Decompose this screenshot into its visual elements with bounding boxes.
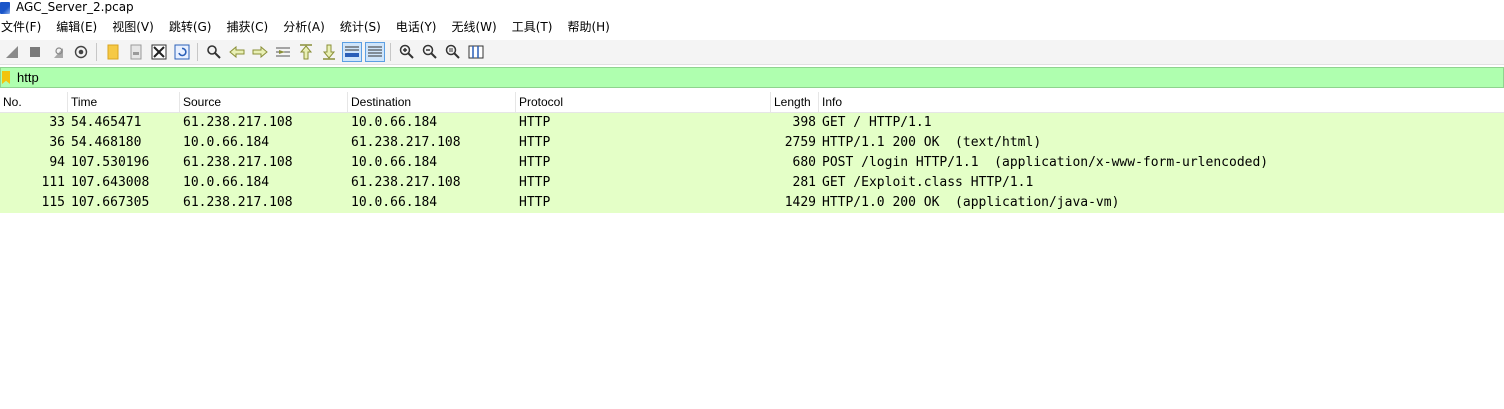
toolbar-separator	[96, 43, 97, 61]
packet-no: 33	[49, 115, 65, 130]
packet-row[interactable]: 36 54.468180 10.0.66.184 61.238.217.108 …	[0, 133, 1504, 153]
packet-info: POST /login HTTP/1.1 (application/x-www-…	[822, 155, 1269, 170]
packet-source: 61.238.217.108	[183, 115, 293, 130]
packet-destination: 61.238.217.108	[351, 135, 461, 150]
menu-telephony[interactable]: 电话(Y)	[395, 16, 445, 38]
packet-length: 680	[792, 155, 816, 170]
packet-protocol: HTTP	[519, 155, 551, 170]
close-file-icon[interactable]	[149, 42, 169, 62]
column-header-protocol[interactable]: Protocol	[516, 92, 771, 112]
packet-destination: 10.0.66.184	[351, 115, 438, 130]
packet-protocol: HTTP	[519, 135, 551, 150]
menu-file[interactable]: 文件(F)	[0, 16, 49, 38]
save-file-icon[interactable]	[126, 42, 146, 62]
go-back-icon[interactable]	[227, 42, 247, 62]
packet-source: 10.0.66.184	[183, 175, 270, 190]
packet-length: 1429	[784, 195, 816, 210]
packet-info: HTTP/1.0 200 OK (application/java-vm)	[822, 195, 1120, 210]
zoom-in-icon[interactable]	[397, 42, 417, 62]
menu-help[interactable]: 帮助(H)	[566, 16, 617, 38]
window-title: AGC_Server_2.pcap	[16, 0, 134, 14]
capture-options-icon[interactable]	[71, 42, 91, 62]
menu-analyze[interactable]: 分析(A)	[282, 16, 333, 38]
column-header-time[interactable]: Time	[68, 92, 180, 112]
menu-bar: 文件(F) 编辑(E) 视图(V) 跳转(G) 捕获(C) 分析(A) 统计(S…	[0, 16, 1504, 38]
resize-columns-icon[interactable]	[466, 42, 486, 62]
go-forward-icon[interactable]	[250, 42, 270, 62]
go-to-packet-icon[interactable]	[273, 42, 293, 62]
main-toolbar	[0, 40, 1504, 65]
packet-info: GET /Exploit.class HTTP/1.1	[822, 175, 1034, 190]
reload-file-icon[interactable]	[172, 42, 192, 62]
packet-length: 398	[792, 115, 816, 130]
packet-time: 107.530196	[71, 155, 150, 170]
display-filter-input[interactable]	[17, 68, 1417, 87]
normal-size-icon[interactable]	[443, 42, 463, 62]
packet-no: 36	[49, 135, 65, 150]
column-header-info[interactable]: Info	[819, 92, 1504, 112]
column-header-length[interactable]: Length	[771, 92, 819, 112]
stop-capture-icon[interactable]	[25, 42, 45, 62]
packet-info: HTTP/1.1 200 OK (text/html)	[822, 135, 1042, 150]
packet-time: 107.643008	[71, 175, 150, 190]
title-bar: AGC_Server_2.pcap	[0, 0, 1504, 15]
menu-wireless[interactable]: 无线(W)	[451, 16, 505, 38]
menu-edit[interactable]: 编辑(E)	[55, 16, 105, 38]
packet-source: 61.238.217.108	[183, 155, 293, 170]
last-packet-icon[interactable]	[319, 42, 339, 62]
display-filter-bar	[0, 67, 1504, 88]
toolbar-separator	[197, 43, 198, 61]
column-header-source[interactable]: Source	[180, 92, 348, 112]
packet-source: 10.0.66.184	[183, 135, 270, 150]
packet-no: 94	[49, 155, 65, 170]
packet-info: GET / HTTP/1.1	[822, 115, 932, 130]
packet-destination: 10.0.66.184	[351, 155, 438, 170]
column-header-no[interactable]: No.	[0, 92, 68, 112]
menu-statistics[interactable]: 统计(S)	[339, 16, 389, 38]
restart-capture-icon[interactable]	[48, 42, 68, 62]
packet-no: 115	[41, 195, 65, 210]
packet-row[interactable]: 111 107.643008 10.0.66.184 61.238.217.10…	[0, 173, 1504, 193]
menu-go[interactable]: 跳转(G)	[168, 16, 220, 38]
packet-length: 281	[792, 175, 816, 190]
packet-row[interactable]: 94 107.530196 61.238.217.108 10.0.66.184…	[0, 153, 1504, 173]
packet-time: 107.667305	[71, 195, 150, 210]
packet-list: No. Time Source Destination Protocol Len…	[0, 92, 1504, 409]
packet-row[interactable]: 115 107.667305 61.238.217.108 10.0.66.18…	[0, 193, 1504, 213]
packet-length: 2759	[784, 135, 816, 150]
column-header-destination[interactable]: Destination	[348, 92, 516, 112]
start-capture-icon[interactable]	[2, 42, 22, 62]
packet-list-header: No. Time Source Destination Protocol Len…	[0, 92, 1504, 113]
packet-destination: 10.0.66.184	[351, 195, 438, 210]
toolbar-separator	[390, 43, 391, 61]
colorize-icon[interactable]	[364, 42, 385, 62]
find-packet-icon[interactable]	[204, 42, 224, 62]
zoom-out-icon[interactable]	[420, 42, 440, 62]
open-file-icon[interactable]	[103, 42, 123, 62]
packet-protocol: HTTP	[519, 115, 551, 130]
packet-destination: 61.238.217.108	[351, 175, 461, 190]
wireshark-app-icon	[0, 1, 10, 14]
autoscroll-icon[interactable]	[341, 42, 362, 62]
packet-time: 54.468180	[71, 135, 142, 150]
packet-no: 111	[41, 175, 65, 190]
first-packet-icon[interactable]	[296, 42, 316, 62]
menu-view[interactable]: 视图(V)	[111, 16, 162, 38]
menu-capture[interactable]: 捕获(C)	[225, 16, 276, 38]
bookmark-icon[interactable]	[2, 71, 10, 84]
packet-protocol: HTTP	[519, 175, 551, 190]
menu-tools[interactable]: 工具(T)	[511, 16, 561, 38]
packet-protocol: HTTP	[519, 195, 551, 210]
packet-time: 54.465471	[71, 115, 142, 130]
packet-row[interactable]: 33 54.465471 61.238.217.108 10.0.66.184 …	[0, 113, 1504, 133]
packet-source: 61.238.217.108	[183, 195, 293, 210]
